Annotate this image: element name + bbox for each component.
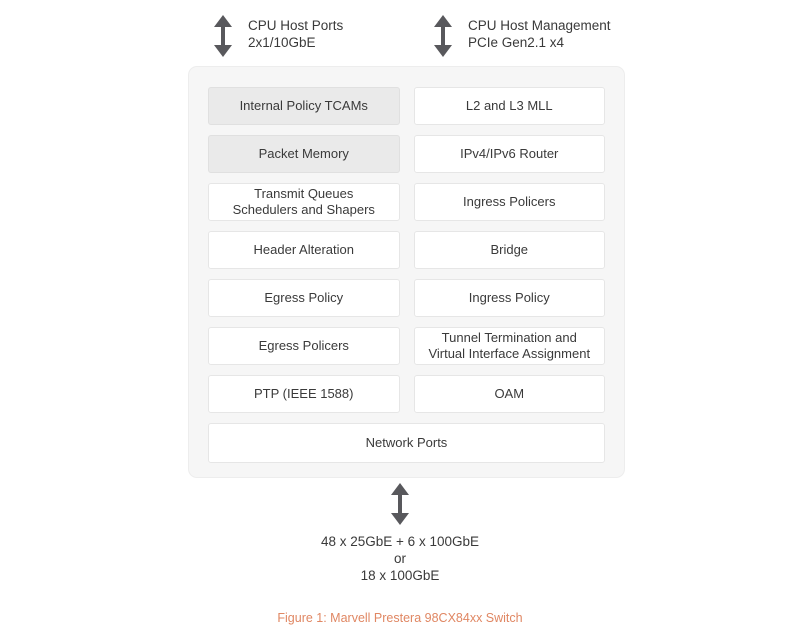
chip-block-label: Ingress Policy bbox=[468, 290, 550, 305]
bottom-label-line2: or bbox=[393, 551, 406, 566]
chip-block-transmit-queues: Transmit Queues Schedulers and Shapers bbox=[208, 183, 400, 221]
chip-block-label: Transmit Queues bbox=[254, 186, 354, 201]
top-interface-annotations: CPU Host Ports 2x1/10GbE CPU Host Manage… bbox=[0, 0, 800, 66]
chip-block-bridge: Bridge bbox=[413, 231, 605, 269]
chip-block-label: Ingress Policers bbox=[463, 194, 556, 209]
bottom-interface-annotation: 48 x 25GbE + 6 x 100GbE or 18 x 100GbE bbox=[0, 482, 800, 584]
bottom-interface-label: 48 x 25GbE + 6 x 100GbE or 18 x 100GbE bbox=[0, 533, 800, 584]
chip-block-oam: OAM bbox=[413, 375, 605, 413]
chip-block-packet-memory: Packet Memory bbox=[208, 135, 400, 173]
chip-block-label: Network Ports bbox=[365, 435, 448, 450]
interface-cpu-host-ports: CPU Host Ports 2x1/10GbE bbox=[212, 14, 343, 58]
bottom-label-line3: 18 x 100GbE bbox=[360, 568, 440, 583]
chip-block-label: L2 and L3 MLL bbox=[465, 98, 553, 113]
chip-block-label-line2: Schedulers and Shapers bbox=[232, 202, 375, 217]
interface-label-line2: PCIe Gen2.1 x4 bbox=[468, 35, 565, 50]
chip-row: Header Alteration Bridge bbox=[208, 231, 605, 269]
chip-block-label: Packet Memory bbox=[258, 146, 349, 161]
chip-row: Egress Policy Ingress Policy bbox=[208, 279, 605, 317]
chip-block-rows: Internal Policy TCAMs L2 and L3 MLL Pack… bbox=[208, 87, 605, 463]
chip-block-label: IPv4/IPv6 Router bbox=[460, 146, 559, 161]
chip-block-ingress-policers: Ingress Policers bbox=[413, 183, 605, 221]
chip-block-ingress-policy: Ingress Policy bbox=[413, 279, 605, 317]
interface-label: CPU Host Ports 2x1/10GbE bbox=[248, 14, 343, 51]
chip-block-label: Header Alteration bbox=[253, 242, 354, 257]
chip-block-header-alteration: Header Alteration bbox=[208, 231, 400, 269]
figure-caption: Figure 1: Marvell Prestera 98CX84xx Swit… bbox=[277, 611, 523, 625]
chip-row: Internal Policy TCAMs L2 and L3 MLL bbox=[208, 87, 605, 125]
chip-block-label: OAM bbox=[494, 386, 525, 401]
chip-block-internal-policy-tcams: Internal Policy TCAMs bbox=[208, 87, 400, 125]
double-arrow-vertical-icon bbox=[434, 15, 452, 57]
chip-block-label: PTP (IEEE 1588) bbox=[254, 386, 354, 401]
chip-row: Packet Memory IPv4/IPv6 Router bbox=[208, 135, 605, 173]
chip-block-label: Egress Policers bbox=[258, 338, 349, 353]
chip-block-egress-policers: Egress Policers bbox=[208, 327, 400, 365]
bottom-label-line1: 48 x 25GbE + 6 x 100GbE bbox=[321, 534, 479, 549]
chip-block-ipv4-ipv6-router: IPv4/IPv6 Router bbox=[413, 135, 605, 173]
chip-block-l2-and-l3-mll: L2 and L3 MLL bbox=[413, 87, 605, 125]
chip-block-label: Tunnel Termination and bbox=[441, 330, 577, 345]
chip-block-label: Bridge bbox=[490, 242, 529, 257]
interface-label: CPU Host Management PCIe Gen2.1 x4 bbox=[468, 14, 611, 51]
interface-label-line2: 2x1/10GbE bbox=[248, 35, 316, 50]
interface-cpu-host-management: CPU Host Management PCIe Gen2.1 x4 bbox=[432, 14, 611, 58]
chip-block-label: Internal Policy TCAMs bbox=[239, 98, 368, 113]
chip-block-label-line2: Virtual Interface Assignment bbox=[428, 346, 591, 361]
chip-row: Egress Policers Tunnel Termination and V… bbox=[208, 327, 605, 365]
switch-chip-container: Internal Policy TCAMs L2 and L3 MLL Pack… bbox=[188, 66, 625, 478]
chip-block-label: Egress Policy bbox=[264, 290, 344, 305]
bottom-arrow-wrap bbox=[0, 482, 800, 526]
interface-label-line1: CPU Host Ports bbox=[248, 18, 344, 33]
double-arrow-vertical-icon bbox=[391, 483, 409, 525]
chip-block-egress-policy: Egress Policy bbox=[208, 279, 400, 317]
chip-block-ptp-ieee-1588: PTP (IEEE 1588) bbox=[208, 375, 400, 413]
interface-label-line1: CPU Host Management bbox=[468, 18, 611, 33]
chip-row: Transmit Queues Schedulers and Shapers I… bbox=[208, 183, 605, 221]
chip-block-network-ports: Network Ports bbox=[208, 423, 605, 463]
double-arrow-vertical-icon bbox=[214, 15, 232, 57]
chip-row: Network Ports bbox=[208, 423, 605, 463]
chip-row: PTP (IEEE 1588) OAM bbox=[208, 375, 605, 413]
chip-block-tunnel-termination: Tunnel Termination and Virtual Interface… bbox=[413, 327, 605, 365]
